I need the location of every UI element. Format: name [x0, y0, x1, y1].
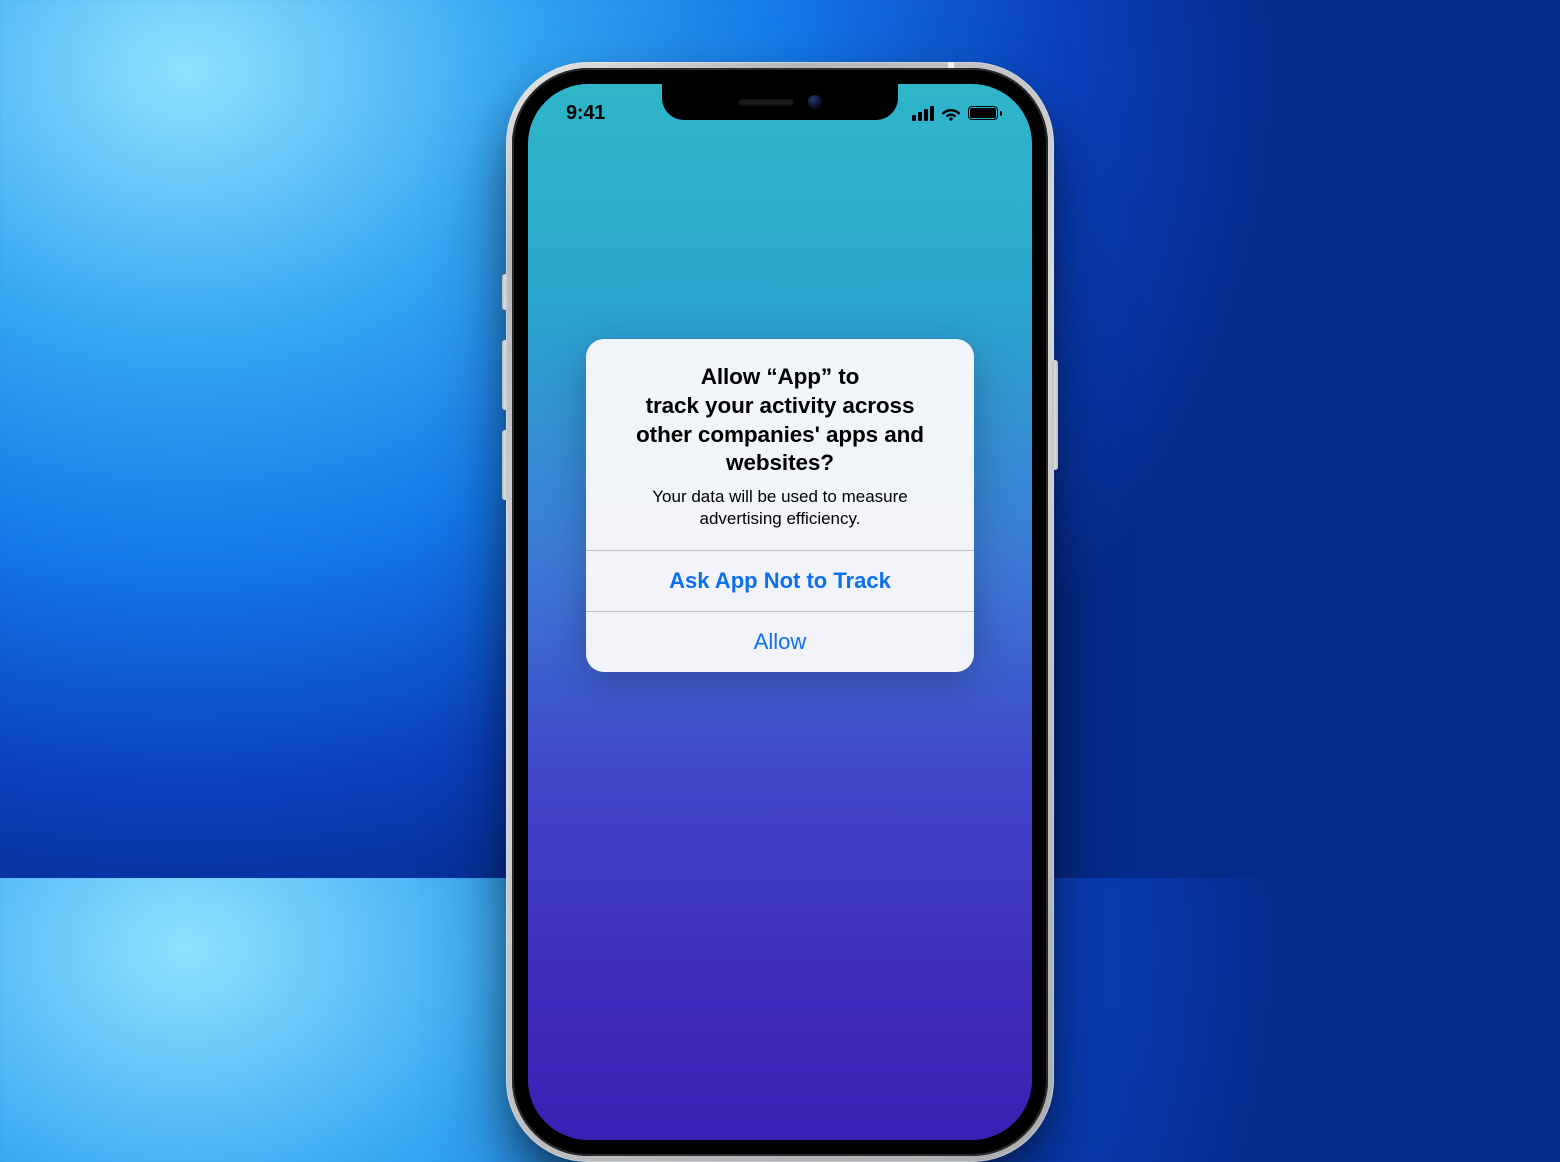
- volume-down-button: [502, 430, 508, 500]
- tracking-permission-alert: Allow “App” to track your activity acros…: [586, 339, 974, 672]
- alert-title: Allow “App” to track your activity acros…: [615, 363, 945, 478]
- battery-icon: [968, 106, 1002, 120]
- allow-button[interactable]: Allow: [586, 612, 974, 672]
- mute-switch: [502, 274, 508, 310]
- device-bezel: 9:41: [512, 68, 1048, 1156]
- status-indicators: [882, 104, 1002, 121]
- alert-message: Your data will be used to measure advert…: [630, 486, 930, 530]
- iphone-device-frame: 9:41: [506, 62, 1054, 1162]
- status-time: 9:41: [566, 100, 686, 125]
- status-bar: 9:41: [528, 84, 1032, 134]
- power-button: [1052, 360, 1058, 470]
- wifi-icon: [941, 106, 961, 121]
- cellular-signal-icon: [912, 106, 934, 121]
- alert-body: Allow “App” to track your activity acros…: [586, 339, 974, 550]
- ask-not-to-track-button[interactable]: Ask App Not to Track: [586, 551, 974, 611]
- device-screen: 9:41: [528, 84, 1032, 1140]
- volume-up-button: [502, 340, 508, 410]
- antenna-band: [948, 62, 954, 68]
